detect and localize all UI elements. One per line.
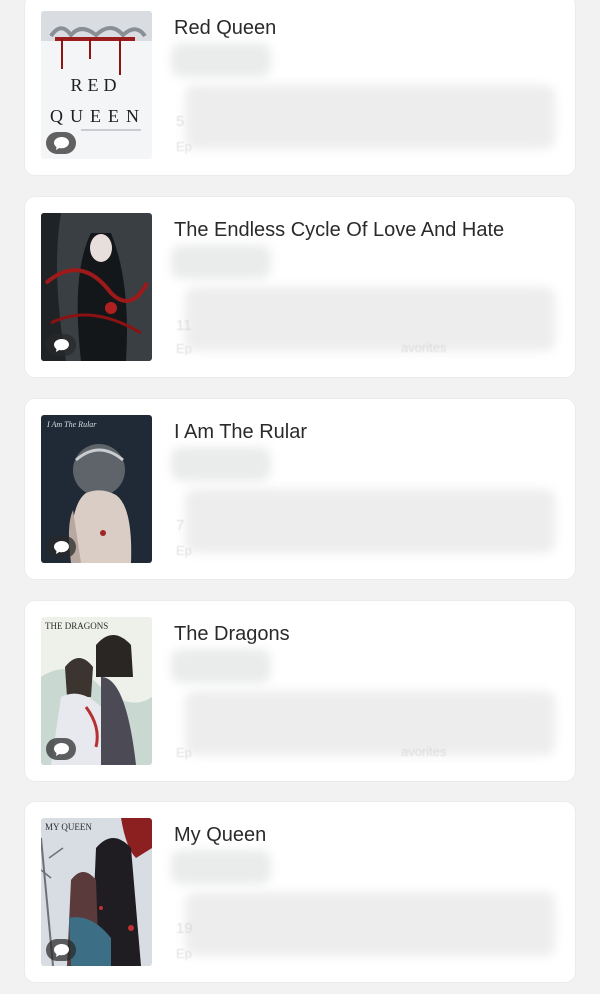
book-title[interactable]: My Queen (174, 824, 559, 847)
blurred-status (171, 447, 271, 481)
book-title[interactable]: I Am The Rular (174, 421, 559, 444)
blurred-stats (185, 691, 555, 755)
favorites-label: avorites (401, 340, 447, 355)
cover-title: MY QUEEN (45, 822, 92, 832)
episode-count: 19 (176, 920, 193, 937)
comment-badge (46, 939, 76, 961)
cover-title-line2: QUEEN (50, 106, 146, 126)
comment-badge (46, 536, 76, 558)
episode-count: 7 (176, 517, 185, 534)
episode-count: 11 (176, 317, 192, 334)
blurred-status (171, 245, 271, 279)
blurred-stats (185, 892, 555, 956)
book-cover[interactable]: RED QUEEN (41, 11, 152, 159)
episode-label: Ep (176, 745, 192, 760)
episode-label: Ep (176, 139, 192, 154)
comment-badge (46, 738, 76, 760)
episode-label: Ep (176, 543, 192, 558)
comment-icon (53, 742, 69, 756)
book-title[interactable]: Red Queen (174, 17, 559, 40)
blurred-status (171, 850, 271, 884)
comment-icon (53, 540, 69, 554)
comment-icon (53, 338, 69, 352)
episode-label: Ep (176, 341, 192, 356)
book-cover[interactable]: THE DRAGONS (41, 617, 152, 765)
episode-count: 5 (176, 113, 185, 130)
blurred-status (171, 649, 271, 683)
book-cover[interactable]: I Am The Rular (41, 415, 152, 563)
blurred-stats (185, 489, 555, 553)
book-card-my-queen[interactable]: MY QUEEN My Queen 19 Ep (25, 802, 575, 982)
book-title[interactable]: The Dragons (174, 623, 559, 646)
book-title[interactable]: The Endless Cycle Of Love And Hate (174, 219, 559, 242)
cover-title-line1: RED (71, 75, 122, 95)
comment-badge (46, 132, 76, 154)
blurred-stats (185, 85, 555, 149)
comment-icon (53, 943, 69, 957)
comment-icon (53, 136, 69, 150)
cover-title: THE DRAGONS (45, 621, 108, 631)
blurred-status (171, 43, 271, 77)
blurred-stats (185, 287, 555, 351)
episode-label: Ep (176, 946, 192, 961)
book-card-i-am-the-rular[interactable]: I Am The Rular I Am The Rular 7 Ep (25, 399, 575, 579)
comment-badge (46, 334, 76, 356)
book-cover[interactable]: MY QUEEN (41, 818, 152, 966)
favorites-label: avorites (401, 744, 447, 759)
book-card-endless-cycle[interactable]: The Endless Cycle Of Love And Hate 11 Ep… (25, 197, 575, 377)
book-card-red-queen[interactable]: RED QUEEN Red Queen 5 Ep (25, 0, 575, 175)
book-card-the-dragons[interactable]: THE DRAGONS The Dragons Ep avorites (25, 601, 575, 781)
book-cover[interactable] (41, 213, 152, 361)
cover-title: I Am The Rular (46, 420, 97, 429)
